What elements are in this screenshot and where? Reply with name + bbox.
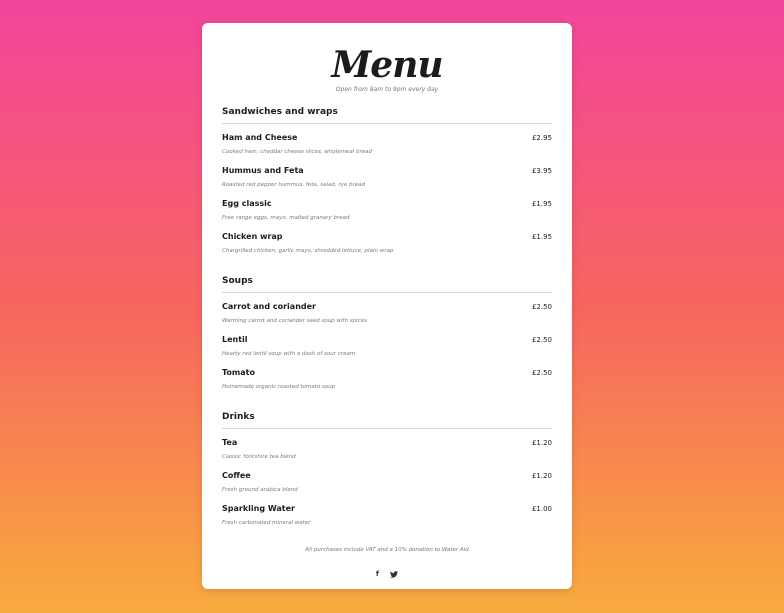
item-name: Egg classic — [222, 199, 272, 208]
facebook-icon[interactable]: f — [376, 570, 379, 578]
menu-item: Hummus and Feta £3.95 Roasted red pepper… — [222, 165, 552, 198]
menu-item: Egg classic £1.95 Free range eggs, mayo,… — [222, 198, 552, 231]
item-description: Hearty red lentil soup with a dash of so… — [222, 351, 356, 357]
item-price: £2.50 — [531, 336, 552, 344]
menu-section: Sandwiches and wraps Ham and Cheese £2.9… — [222, 105, 552, 264]
section-title: Sandwiches and wraps — [222, 107, 338, 117]
item-price: £2.50 — [531, 303, 552, 311]
section-divider — [222, 428, 552, 429]
menu-item: Ham and Cheese £2.95 Cooked ham, cheddar… — [222, 132, 552, 165]
item-description: Homemade organic roasted tomato soup — [222, 384, 336, 390]
item-description: Free range eggs, mayo, malted granary br… — [222, 215, 350, 221]
menu-item: Tea £1.20 Classic Yorkshire tea blend — [222, 437, 552, 470]
item-name: Lentil — [222, 335, 248, 344]
section-divider — [222, 123, 552, 124]
item-name: Carrot and coriander — [222, 302, 316, 311]
item-name: Coffee — [222, 471, 251, 480]
item-description: Cooked ham, cheddar cheese slices, whole… — [222, 149, 372, 155]
menu-card: Menu Open from 8am to 9pm every day Sand… — [202, 23, 572, 589]
section-divider — [222, 292, 552, 293]
menu-item: Carrot and coriander £2.50 Warming carro… — [222, 301, 552, 334]
item-description: Chargrilled chicken, garlic mayo, shredd… — [222, 248, 394, 254]
item-name: Sparkling Water — [222, 504, 295, 513]
item-description: Classic Yorkshire tea blend — [222, 454, 296, 460]
item-name: Ham and Cheese — [222, 133, 298, 142]
menu-item: Coffee £1.20 Fresh ground arabica blend — [222, 470, 552, 503]
item-price: £3.95 — [531, 167, 552, 175]
item-price: £2.50 — [531, 369, 552, 377]
section-title: Soups — [222, 276, 253, 286]
twitter-icon[interactable] — [390, 570, 399, 578]
item-description: Fresh carbonated mineral water — [222, 520, 311, 526]
item-price: £1.20 — [531, 439, 552, 447]
footer-note: All purchases include VAT and a 10% dona… — [305, 547, 469, 553]
menu-title: Menu — [331, 44, 443, 86]
item-price: £1.00 — [531, 505, 552, 513]
item-name: Tomato — [222, 368, 255, 377]
menu-subtitle: Open from 8am to 9pm every day — [335, 86, 439, 93]
item-price: £1.95 — [531, 200, 552, 208]
item-name: Hummus and Feta — [222, 166, 304, 175]
menu-item: Tomato £2.50 Homemade organic roasted to… — [222, 367, 552, 400]
item-price: £2.95 — [531, 134, 552, 142]
menu-item: Chicken wrap £1.95 Chargrilled chicken, … — [222, 231, 552, 264]
item-price: £1.20 — [531, 472, 552, 480]
item-name: Chicken wrap — [222, 232, 283, 241]
item-description: Warming carrot and coriander seed soup w… — [222, 318, 367, 324]
menu-item: Lentil £2.50 Hearty red lentil soup with… — [222, 334, 552, 367]
menu-section: Soups Carrot and coriander £2.50 Warming… — [222, 274, 552, 400]
item-description: Roasted red pepper hummus, feta, salad, … — [222, 182, 365, 188]
menu-item: Sparkling Water £1.00 Fresh carbonated m… — [222, 503, 552, 536]
item-price: £1.95 — [531, 233, 552, 241]
item-name: Tea — [222, 438, 238, 447]
section-title: Drinks — [222, 412, 255, 422]
social-links: f — [222, 561, 552, 578]
item-description: Fresh ground arabica blend — [222, 487, 298, 493]
menu-section: Drinks Tea £1.20 Classic Yorkshire tea b… — [222, 410, 552, 536]
